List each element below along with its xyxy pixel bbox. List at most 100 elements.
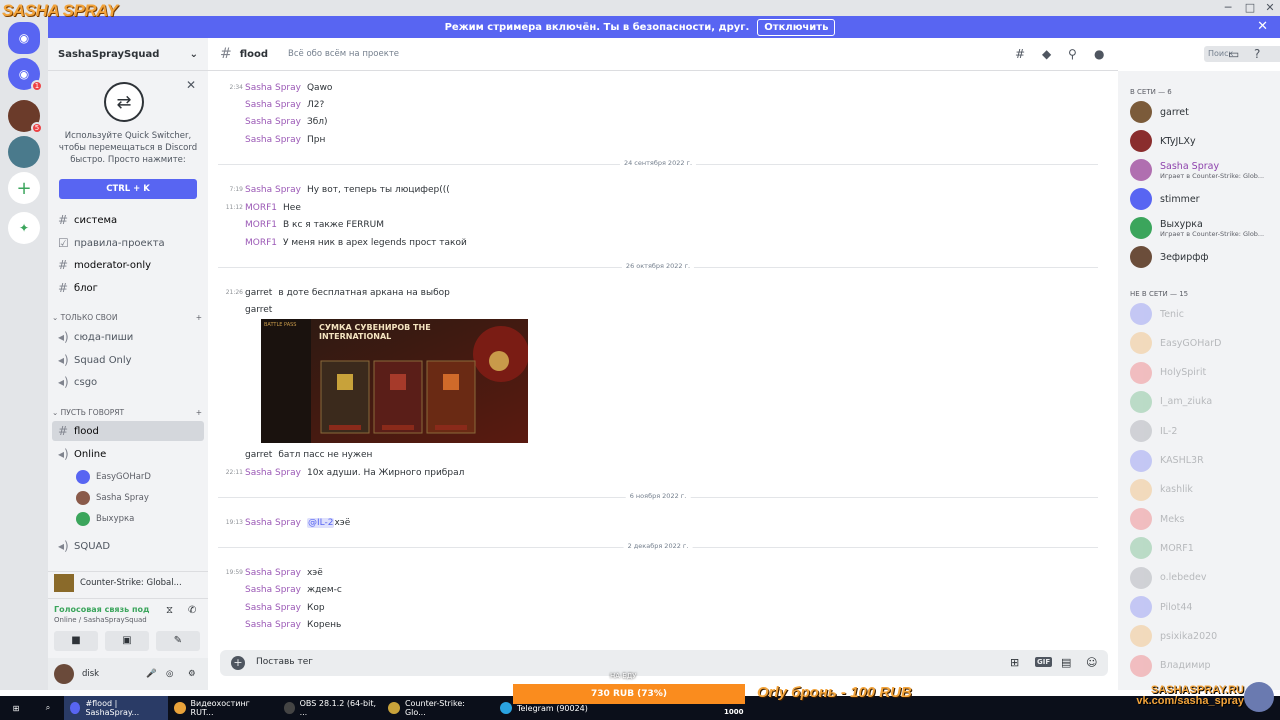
message-author[interactable]: Sasha Spray <box>245 620 301 630</box>
help-icon[interactable]: ? <box>1254 47 1260 61</box>
message-author[interactable]: MORF1 <box>245 203 277 213</box>
avatar[interactable] <box>54 664 74 684</box>
message-row[interactable]: 19:13 Sasha Spray @IL-2 хэё <box>208 514 1088 531</box>
add-attachment-icon[interactable]: + <box>231 656 245 670</box>
add-server-icon[interactable]: + <box>8 172 40 204</box>
member-offline[interactable]: EasyGOHarD <box>1130 329 1275 357</box>
member-online[interactable]: Sasha Spray Играет в Counter-Strike: Glob… <box>1130 156 1275 184</box>
channel-system[interactable]: # система <box>52 210 204 230</box>
message-author[interactable]: Sasha Spray <box>245 603 301 613</box>
channel-flood[interactable]: # flood <box>52 421 204 441</box>
member-offline[interactable]: KASHL3R <box>1130 447 1275 475</box>
member-offline[interactable]: Владимир <box>1130 652 1275 680</box>
add-channel-icon[interactable]: + <box>196 408 202 417</box>
message-author[interactable]: Sasha Spray <box>245 568 301 578</box>
taskbar-item-discord[interactable]: #flood | SashaSpray... <box>64 696 168 720</box>
member-online[interactable]: garret <box>1130 98 1275 126</box>
message-row[interactable]: 11:12 MORF1 Нее <box>208 199 1088 216</box>
category-let-them-talk[interactable]: ⌄ пусть говорят + <box>52 408 202 417</box>
message-input[interactable]: + Поставь тег ⊞ GIF ▤ ☺ <box>220 650 1108 676</box>
message-row[interactable]: 2:34 Sasha Spray Qawo <box>208 79 1088 96</box>
member-offline[interactable]: IL-2 <box>1130 417 1275 445</box>
message-row[interactable]: 19:59 Sasha Spray хэё <box>208 564 1088 581</box>
taskbar-item-csgo[interactable]: Counter-Strike: Glo... <box>382 696 494 720</box>
message-row[interactable]: 21:26 garret в доте бесплатная аркана на в… <box>208 284 1088 301</box>
message-row[interactable]: Sasha Spray Прн <box>208 131 1088 148</box>
voice-user[interactable]: Sasha Spray <box>76 491 149 505</box>
pin-icon[interactable]: ⚲ <box>1068 47 1077 61</box>
add-channel-icon[interactable]: + <box>196 313 202 322</box>
channel-moderator-only[interactable]: # moderator-only <box>52 255 204 275</box>
bell-icon[interactable]: ◆ <box>1042 47 1051 61</box>
close-icon[interactable]: ✕ <box>1257 19 1268 34</box>
search-input[interactable]: Поиск <box>1204 46 1280 62</box>
message-author[interactable]: Sasha Spray <box>245 585 301 595</box>
headphones-icon[interactable]: ◎ <box>166 669 173 679</box>
camera-button[interactable]: ■ <box>54 631 98 651</box>
channel-squad-only[interactable]: ◂) Squad Only <box>52 350 204 370</box>
sticker-icon[interactable]: ▤ <box>1061 656 1071 669</box>
member-offline[interactable]: psixika2020 <box>1130 622 1275 650</box>
voice-user[interactable]: Выхурка <box>76 512 134 526</box>
taskbar-item-chrome[interactable]: Видеохостинг RUT... <box>168 696 278 720</box>
explore-icon[interactable]: ✦ <box>8 212 40 244</box>
message-author[interactable]: Sasha Spray <box>245 468 301 478</box>
message-row[interactable]: Sasha Spray Корень <box>208 616 1088 633</box>
message-author[interactable]: Sasha Spray <box>245 117 301 127</box>
message-author[interactable]: garret <box>245 450 272 460</box>
channel-syuda-pishi[interactable]: ◂) сюда-пиши <box>52 327 204 347</box>
taskbar-item-obs[interactable]: OBS 28.1.2 (64-bit, ... <box>278 696 382 720</box>
member-offline[interactable]: I_am_ziuka <box>1130 388 1275 416</box>
disconnect-icon[interactable]: ✆ <box>188 605 196 616</box>
inbox-icon[interactable]: ▭ <box>1228 47 1239 61</box>
discord-home-icon[interactable]: ◉ <box>8 22 40 54</box>
guild-header[interactable]: SashaSpraySquad ⌄ <box>48 38 208 71</box>
voice-channel-online[interactable]: ◂) Online <box>52 444 204 464</box>
game-activity-bar[interactable]: Counter-Strike: Global... <box>48 571 208 593</box>
message-row[interactable]: 7:19 Sasha Spray Ну вот, теперь ты люцифер… <box>208 181 1088 198</box>
message-row[interactable]: Sasha Spray Л2? <box>208 96 1088 113</box>
member-offline[interactable]: MORF1 <box>1130 534 1275 562</box>
message-row[interactable]: Sasha Spray ждем-с <box>208 581 1088 598</box>
activity-button[interactable]: ✎ <box>156 631 200 651</box>
message-author[interactable]: Sasha Spray <box>245 135 301 145</box>
mute-icon[interactable]: 🎤 <box>146 669 157 679</box>
ctrl-k-button[interactable]: CTRL + K <box>59 179 197 199</box>
gear-icon[interactable]: ⚙ <box>188 669 196 679</box>
screen-share-button[interactable]: ▣ <box>105 631 149 651</box>
emoji-icon[interactable]: ☺ <box>1086 656 1097 669</box>
gift-icon[interactable]: ⊞ <box>1010 656 1019 669</box>
member-online[interactable]: stimmer <box>1130 185 1275 213</box>
minimize-icon[interactable]: ─ <box>1218 1 1238 14</box>
windows-start-icon[interactable]: ⊞ <box>0 696 32 720</box>
signal-icon[interactable]: ⧖ <box>166 605 173 616</box>
message-author[interactable]: Sasha Spray <box>245 83 301 93</box>
member-offline[interactable]: Pilot44 <box>1130 593 1275 621</box>
member-offline[interactable]: kashlik <box>1130 476 1275 504</box>
voice-channel-squad[interactable]: ◂) SQUAD <box>52 536 204 556</box>
member-offline[interactable]: Tenic <box>1130 300 1275 328</box>
message-author[interactable]: garret <box>245 288 272 298</box>
category-only-own[interactable]: ⌄ только свои + <box>52 313 202 322</box>
message-author[interactable]: MORF1 <box>245 238 277 248</box>
dm-icon[interactable]: ◉ 1 <box>8 58 43 92</box>
channel-rules[interactable]: ☑ правила-проекта <box>52 233 204 253</box>
server-icon-1[interactable]: 5 <box>8 100 43 134</box>
member-offline[interactable]: Meks <box>1130 505 1275 533</box>
channel-csgo[interactable]: ◂) csgo <box>52 372 204 392</box>
message-author[interactable]: Sasha Spray <box>245 100 301 110</box>
channel-blog[interactable]: # блог <box>52 278 204 298</box>
close-window-icon[interactable]: ✕ <box>1260 1 1280 14</box>
message-author[interactable]: garret <box>245 305 272 315</box>
gif-icon[interactable]: GIF <box>1035 657 1053 667</box>
member-online[interactable]: Выхурка Играет в Counter-Strike: Glob... <box>1130 214 1275 242</box>
search-icon[interactable]: ⌕ <box>32 696 64 720</box>
server-icon-2[interactable] <box>8 136 40 168</box>
message-author[interactable]: MORF1 <box>245 220 277 230</box>
message-author[interactable]: Sasha Spray <box>245 518 301 528</box>
message-row[interactable]: garret <box>208 301 1088 318</box>
member-offline[interactable]: o.lebedev <box>1130 564 1275 592</box>
voice-user[interactable]: EasyGOHarD <box>76 470 151 484</box>
message-row[interactable]: garret батл пасс не нужен <box>208 446 1088 463</box>
member-online[interactable]: KTyJLXy <box>1130 127 1275 155</box>
